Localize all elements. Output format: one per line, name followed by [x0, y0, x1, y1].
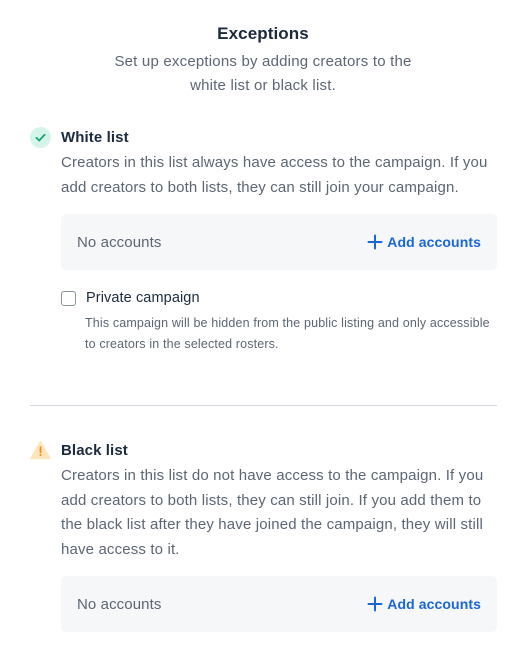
black-list-add-accounts-label: Add accounts: [387, 596, 481, 612]
page-subtitle: Set up exceptions by adding creators to …: [114, 53, 412, 94]
white-list-add-accounts-button[interactable]: Add accounts: [367, 234, 481, 250]
white-list-description: Creators in this list always have access…: [61, 154, 488, 196]
page-title: Exceptions: [217, 24, 309, 43]
exceptions-header: Exceptions Set up exceptions by adding c…: [0, 0, 526, 98]
private-campaign-checkbox[interactable]: [61, 290, 76, 306]
black-list-header: Black list: [30, 439, 497, 461]
black-list-empty-text: No accounts: [77, 595, 162, 613]
white-list-empty-text: No accounts: [77, 233, 162, 251]
black-list-description: Creators in this list do not have access…: [61, 467, 484, 558]
plus-icon: [367, 234, 383, 250]
black-list-add-accounts-button[interactable]: Add accounts: [367, 596, 481, 612]
black-list-title: Black list: [61, 441, 128, 459]
white-list-title: White list: [61, 128, 129, 146]
black-list-section: Black list Creators in this list do not …: [30, 439, 497, 632]
private-campaign-row[interactable]: Private campaign: [61, 288, 497, 308]
private-campaign-option: Private campaign This campaign will be h…: [61, 288, 497, 354]
plus-icon: [367, 596, 383, 612]
check-circle-icon: [30, 126, 51, 148]
private-campaign-note: This campaign will be hidden from the pu…: [85, 316, 490, 351]
section-divider: [30, 405, 497, 406]
white-list-header: White list: [30, 126, 497, 148]
black-list-accounts-box: No accounts Add accounts: [61, 576, 497, 632]
white-list-add-accounts-label: Add accounts: [387, 234, 481, 250]
warning-triangle-icon: [30, 440, 51, 461]
private-campaign-label: Private campaign: [86, 290, 200, 306]
white-list-section: White list Creators in this list always …: [30, 126, 497, 354]
white-list-accounts-box: No accounts Add accounts: [61, 214, 497, 270]
